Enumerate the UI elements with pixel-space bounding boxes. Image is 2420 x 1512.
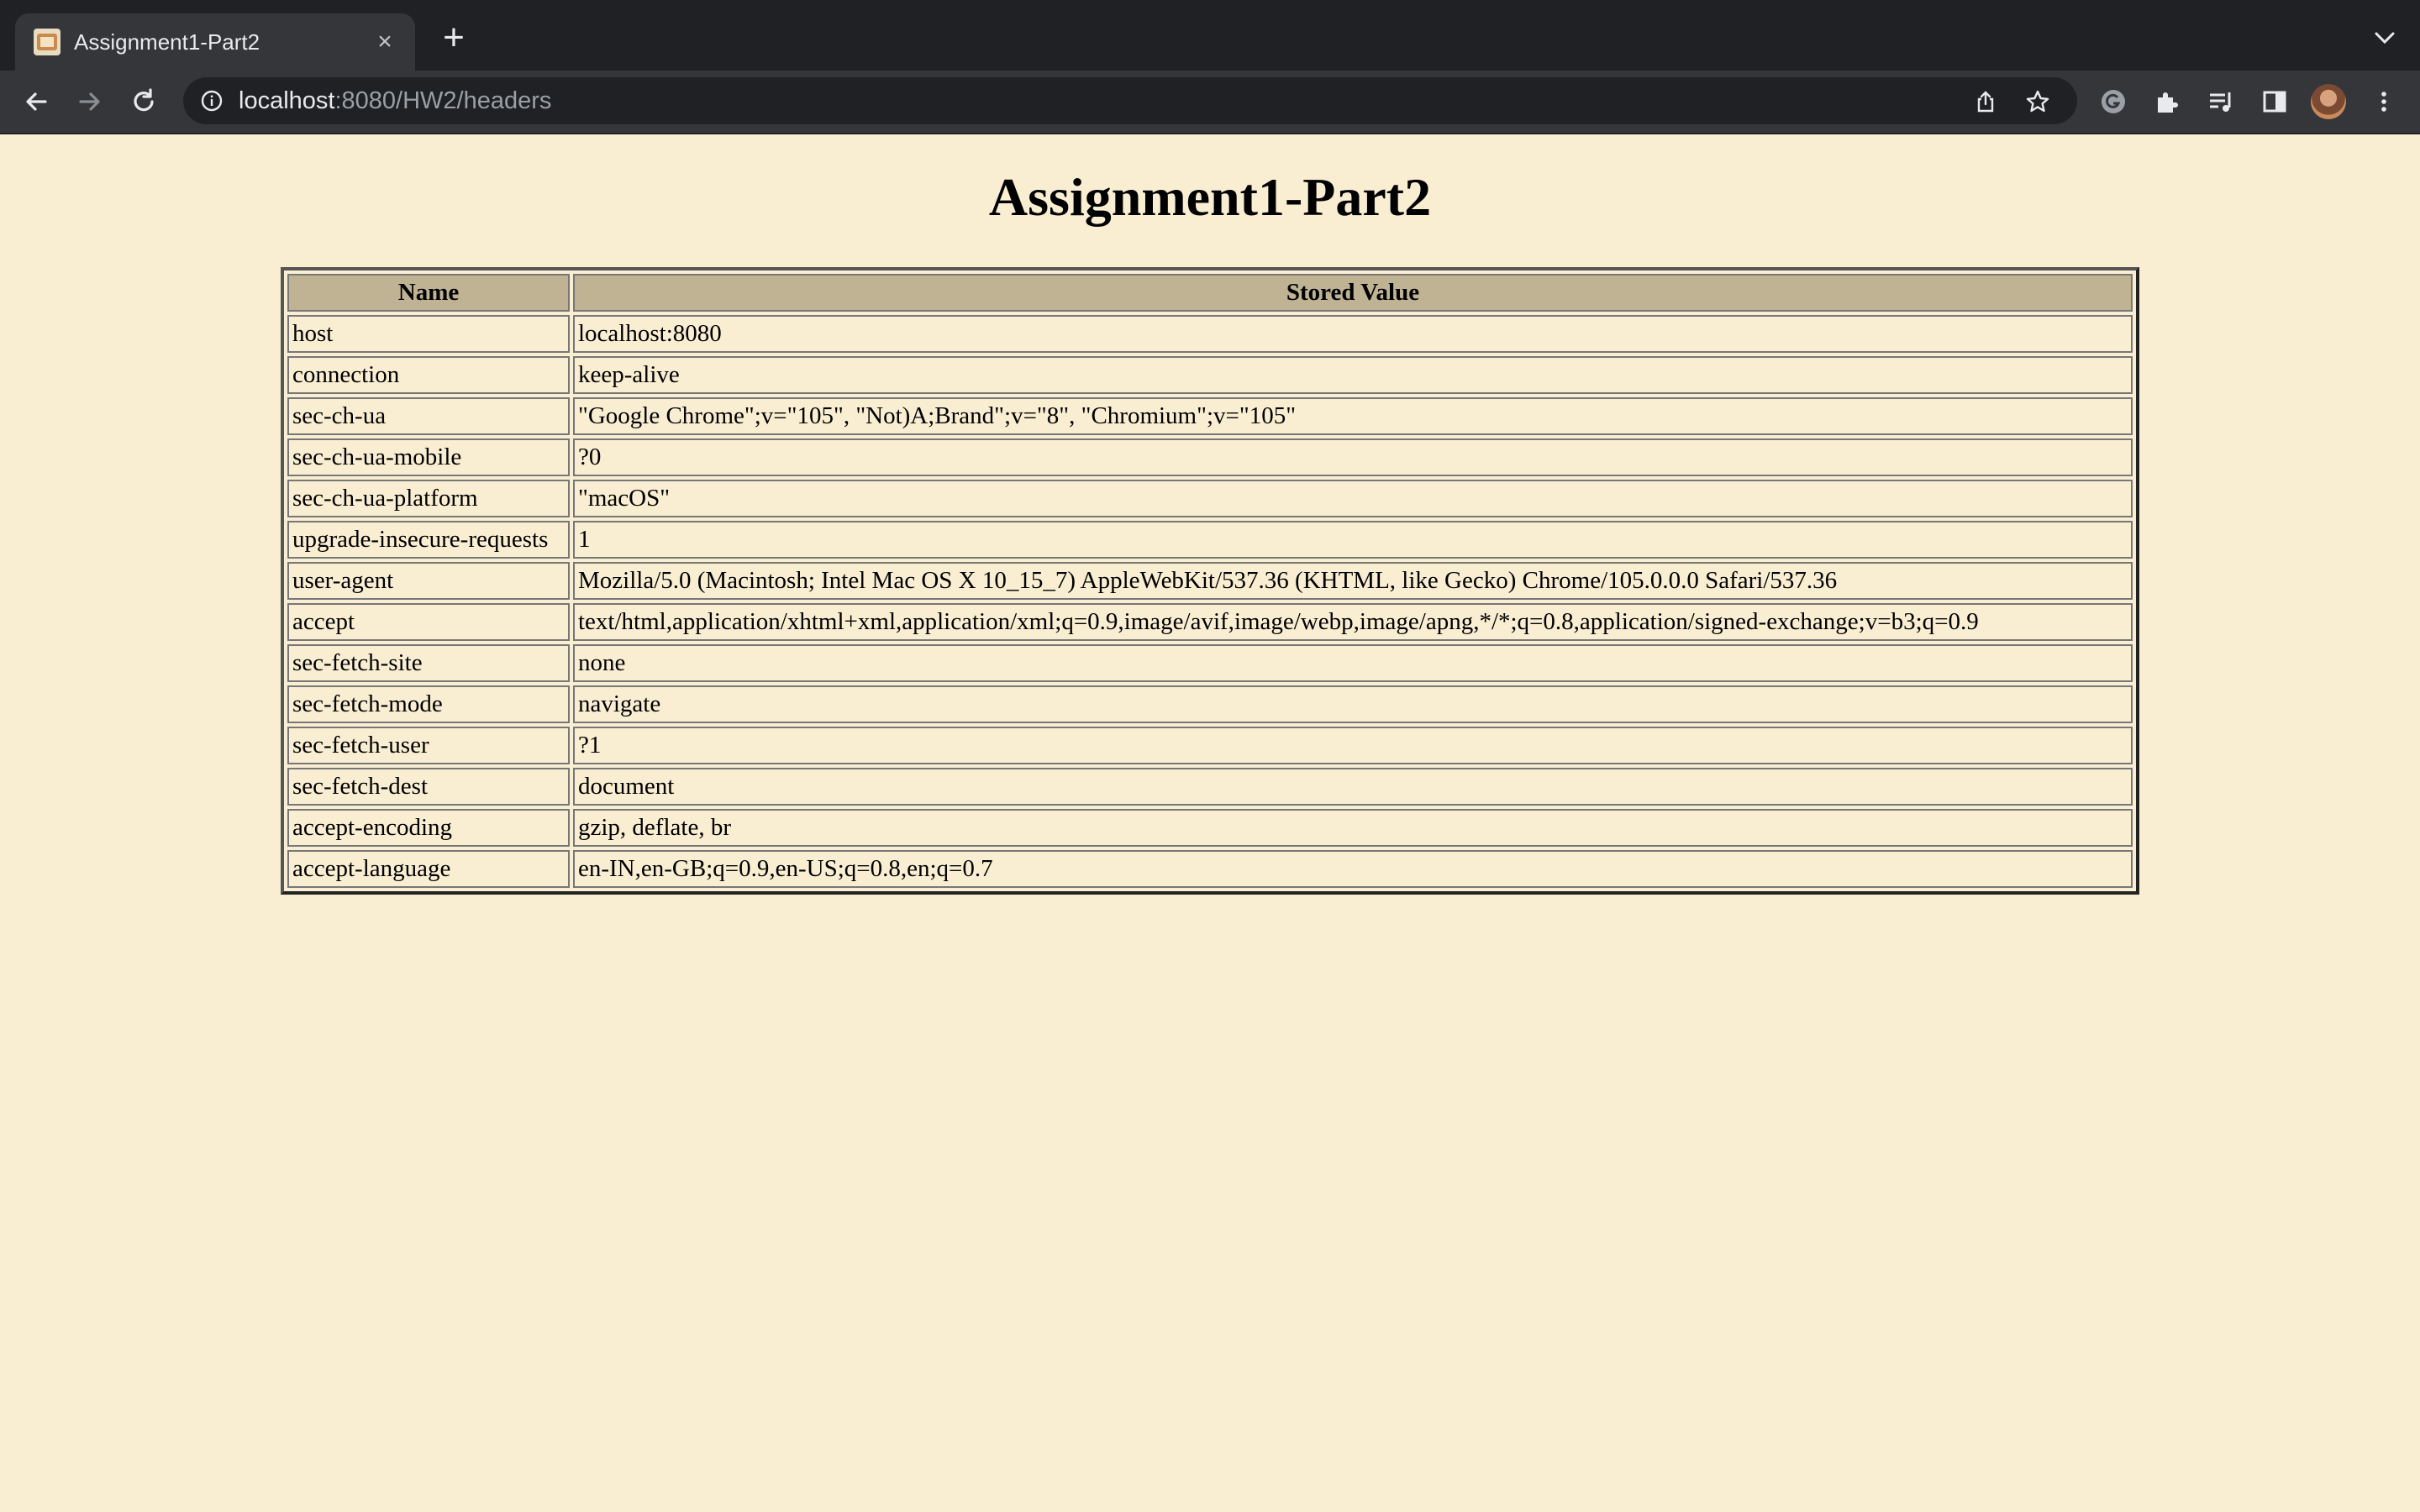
header-name-cell: accept-language: [287, 850, 570, 888]
header-value-cell: keep-alive: [573, 356, 2133, 394]
table-row: connection keep-alive: [287, 356, 2133, 394]
header-name-cell: host: [287, 315, 570, 353]
header-name-cell: sec-fetch-user: [287, 727, 570, 764]
media-playlist-icon[interactable]: [2207, 87, 2235, 116]
forward-arrow-icon[interactable]: [74, 86, 106, 118]
header-name-cell: sec-ch-ua-mobile: [287, 438, 570, 476]
table-row: upgrade-insecure-requests 1: [287, 521, 2133, 559]
header-value-cell: 1: [573, 521, 2133, 559]
url-host: localhost: [239, 87, 335, 114]
header-name-cell: sec-fetch-site: [287, 644, 570, 682]
bookmark-star-icon[interactable]: [2025, 89, 2050, 114]
header-value-cell: "macOS": [573, 480, 2133, 517]
tab-title: Assignment1-Part2: [74, 29, 260, 55]
extensions-puzzle-icon[interactable]: [2153, 87, 2181, 116]
table-header-row: Name Stored Value: [287, 274, 2133, 312]
back-arrow-icon[interactable]: [20, 86, 52, 118]
header-value-cell: ?1: [573, 727, 2133, 764]
header-value-cell: gzip, deflate, br: [573, 809, 2133, 847]
more-menu-icon[interactable]: [2370, 87, 2398, 116]
table-row: host localhost:8080: [287, 315, 2133, 353]
address-bar[interactable]: localhost:8080/HW2/headers: [183, 77, 2077, 124]
column-header-stored-value: Stored Value: [573, 274, 2133, 312]
header-name-cell: connection: [287, 356, 570, 394]
header-name-cell: accept: [287, 603, 570, 641]
browser-tab[interactable]: Assignment1-Part2 ×: [15, 13, 415, 71]
header-value-cell: document: [573, 768, 2133, 806]
site-favicon-icon: [34, 29, 60, 55]
table-row: sec-fetch-site none: [287, 644, 2133, 682]
table-row: sec-fetch-mode navigate: [287, 685, 2133, 723]
header-name-cell: sec-fetch-dest: [287, 768, 570, 806]
share-icon[interactable]: [1973, 89, 1998, 114]
table-row: accept-encoding gzip, deflate, br: [287, 809, 2133, 847]
reload-icon[interactable]: [128, 86, 160, 118]
page-title: Assignment1-Part2: [988, 167, 1432, 227]
table-row: accept text/html,application/xhtml+xml,a…: [287, 603, 2133, 641]
header-value-cell: en-IN,en-GB;q=0.9,en-US;q=0.8,en;q=0.7: [573, 850, 2133, 888]
browser-toolbar: localhost:8080/HW2/headers: [0, 71, 2420, 134]
url-path: :8080/HW2/headers: [334, 87, 552, 114]
tab-search-chevron-icon[interactable]: [2373, 27, 2396, 47]
header-name-cell: user-agent: [287, 562, 570, 600]
header-name-cell: upgrade-insecure-requests: [287, 521, 570, 559]
header-value-cell: localhost:8080: [573, 315, 2133, 353]
profile-avatar[interactable]: [2311, 84, 2346, 119]
header-value-cell: ?0: [573, 438, 2133, 476]
table-row: user-agent Mozilla/5.0 (Macintosh; Intel…: [287, 562, 2133, 600]
header-value-cell: none: [573, 644, 2133, 682]
new-tab-button[interactable]: +: [437, 19, 471, 56]
header-name-cell: sec-ch-ua-platform: [287, 480, 570, 517]
tab-close-icon[interactable]: ×: [373, 29, 397, 55]
table-row: sec-ch-ua-mobile ?0: [287, 438, 2133, 476]
table-row: sec-ch-ua-platform "macOS": [287, 480, 2133, 517]
site-info-icon[interactable]: [200, 89, 224, 113]
side-panel-icon[interactable]: [2260, 87, 2289, 116]
url-text: localhost:8080/HW2/headers: [239, 87, 551, 114]
header-value-cell: Mozilla/5.0 (Macintosh; Intel Mac OS X 1…: [573, 562, 2133, 600]
browser-tab-bar: Assignment1-Part2 × +: [0, 0, 2420, 71]
table-row: sec-ch-ua "Google Chrome";v="105", "Not)…: [287, 397, 2133, 435]
header-value-cell: text/html,application/xhtml+xml,applicat…: [573, 603, 2133, 641]
table-row: sec-fetch-dest document: [287, 768, 2133, 806]
grammarly-extension-icon[interactable]: [2099, 87, 2128, 116]
table-row: sec-fetch-user ?1: [287, 727, 2133, 764]
headers-table: Name Stored Value host localhost:8080 co…: [281, 267, 2139, 895]
table-row: accept-language en-IN,en-GB;q=0.9,en-US;…: [287, 850, 2133, 888]
header-name-cell: accept-encoding: [287, 809, 570, 847]
header-name-cell: sec-fetch-mode: [287, 685, 570, 723]
header-name-cell: sec-ch-ua: [287, 397, 570, 435]
column-header-name: Name: [287, 274, 570, 312]
header-value-cell: navigate: [573, 685, 2133, 723]
header-value-cell: "Google Chrome";v="105", "Not)A;Brand";v…: [573, 397, 2133, 435]
